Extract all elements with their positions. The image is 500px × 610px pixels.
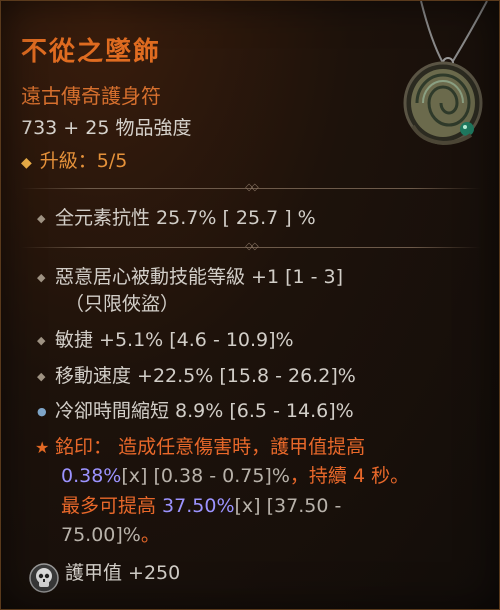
aspect-range: [0.38 - 0.75]% xyxy=(147,465,290,487)
aspect-value: 37.50% xyxy=(162,495,235,517)
affix-text: 敏捷 +5.1% [4.6 - 10.9]% xyxy=(55,329,294,351)
implicit-text: 全元素抗性 25.7% [ 25.7 ] % xyxy=(55,207,316,229)
affix-text: （只限俠盜） xyxy=(65,293,180,315)
affix-row: ● 冷卻時間縮短 8.9% [6.5 - 14.6]% xyxy=(21,397,354,426)
aspect-text: ，持續 4 秒。 xyxy=(289,465,410,487)
affix-row: ◆ 移動速度 +22.5% [15.8 - 26.2]% xyxy=(21,362,356,391)
section-divider: ◇◇ xyxy=(21,241,481,252)
item-upgrade: ◆ 升級：5/5 xyxy=(21,146,127,173)
affix-text: 移動速度 +22.5% [15.8 - 26.2]% xyxy=(55,365,356,387)
aspect-row: ★ 銘印： 造成任意傷害時，護甲值提高 xyxy=(21,433,365,462)
aspect-text: 最多可提高 xyxy=(61,495,163,517)
amulet-icon xyxy=(403,1,488,146)
affix-text: 惡意居心被動技能等級 +1 [1 - 3] xyxy=(55,266,344,288)
aspect-x: [x] xyxy=(121,465,148,487)
aspect-text: 造成任意傷害時，護甲值提高 xyxy=(118,436,366,458)
aspect-row-continuation: 最多可提高 37.50%[x] [37.50 - xyxy=(21,492,341,521)
section-divider: ◇◇ xyxy=(21,182,481,193)
aspect-range: 75.00]% xyxy=(61,524,141,546)
diamond-bullet-icon: ◆ xyxy=(37,271,46,284)
diamond-bullet-icon: ◆ xyxy=(37,212,46,225)
item-name: 不從之墜飾 xyxy=(21,37,162,67)
implicit-row: ◆ 全元素抗性 25.7% [ 25.7 ] % xyxy=(21,204,316,233)
armor-row: 護甲值 +250 xyxy=(65,559,180,588)
item-type: 遠古傳奇護身符 xyxy=(21,84,161,108)
affix-row: ◆ 敏捷 +5.1% [4.6 - 10.9]% xyxy=(21,326,294,355)
aspect-text: 。 xyxy=(140,524,160,546)
aspect-row-continuation: 0.38%[x] [0.38 - 0.75]%，持續 4 秒。 xyxy=(21,462,409,491)
aspect-label: 銘印： xyxy=(55,436,113,458)
aspect-x: [x] xyxy=(234,495,261,517)
item-power: 733 + 25 物品強度 xyxy=(21,117,192,139)
affix-row-continuation: （只限俠盜） xyxy=(21,290,179,319)
aspect-value: 0.38% xyxy=(61,465,122,487)
upgrade-diamond-icon: ◆ xyxy=(21,155,32,171)
armor-text: 護甲值 +250 xyxy=(65,562,181,584)
diamond-bullet-icon: ◆ xyxy=(37,370,46,383)
aspect-row-continuation: 75.00]%。 xyxy=(21,521,160,550)
circle-bullet-icon: ● xyxy=(37,405,47,418)
upgrade-text: 升級：5/5 xyxy=(39,150,128,172)
item-tooltip: 不從之墜飾 遠古傳奇護身符 733 + 25 物品強度 ◆ 升級：5/5 ◇◇ ◆… xyxy=(0,0,500,610)
affix-row: ◆ 惡意居心被動技能等級 +1 [1 - 3] xyxy=(21,263,343,292)
affix-text: 冷卻時間縮短 8.9% [6.5 - 14.6]% xyxy=(55,400,354,422)
diamond-bullet-icon: ◆ xyxy=(37,334,46,347)
armor-skull-icon xyxy=(29,563,59,593)
aspect-range: [37.50 - xyxy=(260,495,342,517)
star-bullet-icon: ★ xyxy=(35,438,50,457)
